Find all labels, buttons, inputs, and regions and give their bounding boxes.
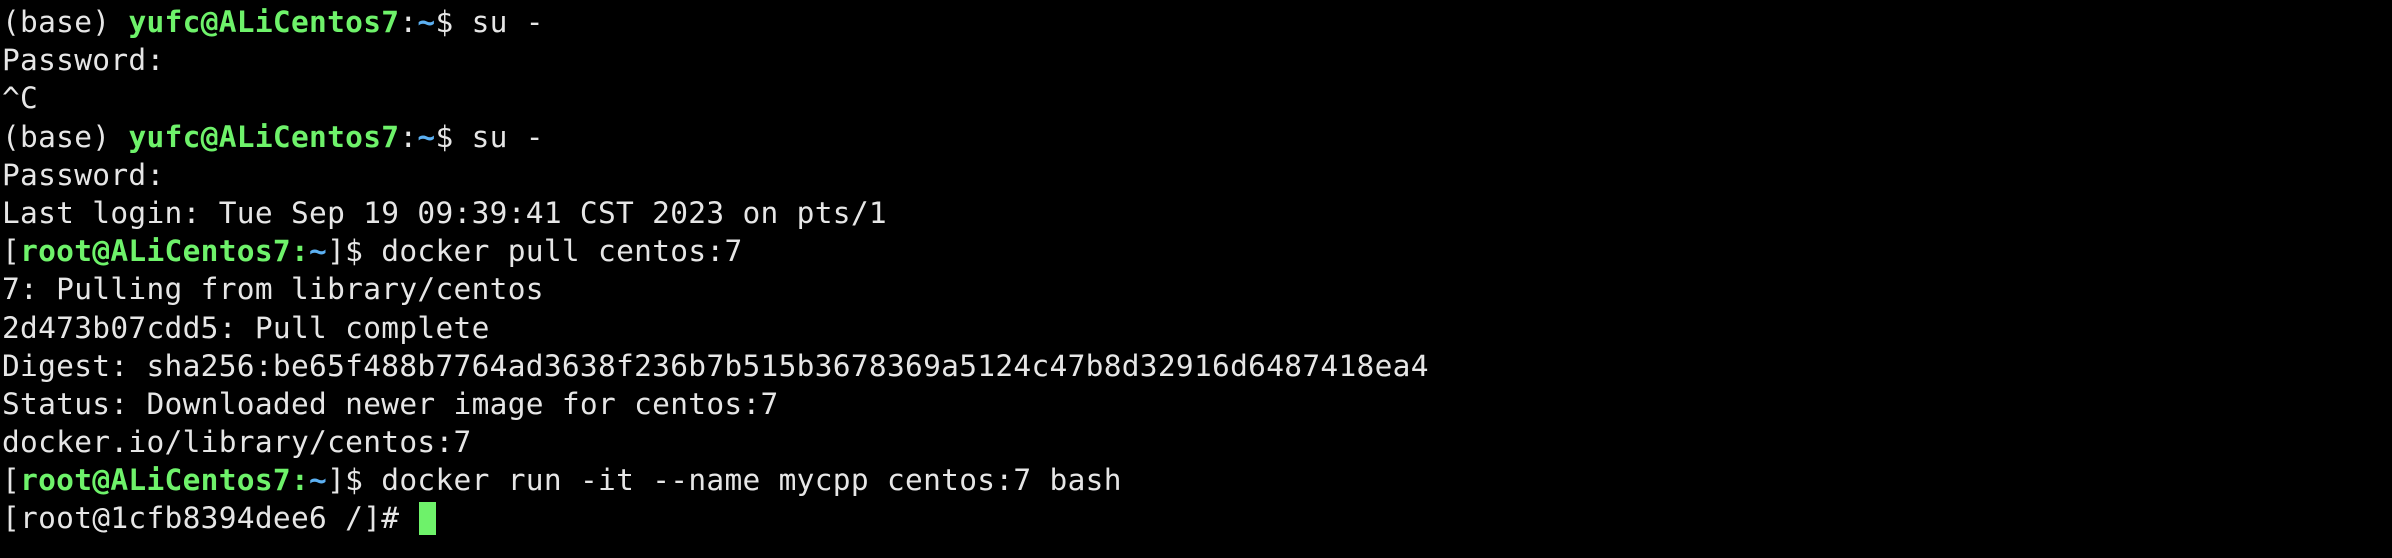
prompt-path: ~ [309,234,328,269]
prompt-colon: : [290,234,310,269]
prompt-colon: : [290,463,310,498]
terminal-line: [root@ALiCentos7:~]$ docker run -it --na… [2,461,1429,499]
terminal-line: [root@ALiCentos7:~]$ docker pull centos:… [2,232,1429,270]
prompt-bracket: [ [2,234,21,269]
terminal-line: Password: [2,43,165,78]
terminal-input-line[interactable]: [root@1cfb8394dee6 /]# [2,499,1429,537]
prompt-user-host: root@ALiCentos7 [20,234,291,269]
terminal-line: 2d473b07cdd5: Pull complete [2,310,490,345]
terminal-line: Last login: Tue Sep 19 09:39:41 CST 2023… [2,195,887,230]
terminal-cursor [419,502,437,536]
terminal-line: docker.io/library/centos:7 [2,425,472,460]
terminal-line: (base) yufc@ALiCentos7:~$ su - [2,3,1429,41]
terminal-output[interactable]: (base) yufc@ALiCentos7:~$ su - Password:… [2,3,1429,538]
prompt-user-host: yufc@ALiCentos7 [128,5,400,39]
command: $ su - [435,119,544,154]
prompt-colon: : [399,5,418,39]
command: ]$ docker pull centos:7 [327,234,743,269]
terminal-line: ^C [2,81,39,116]
prompt-bracket: [ [2,463,21,498]
prompt-colon: : [399,119,418,154]
terminal-line: Digest: sha256:be65f488b7764ad3638f236b7… [2,348,1429,383]
conda-env: (base) [2,5,129,39]
terminal-line: Password: [2,157,165,192]
terminal-line: Status: Downloaded newer image for cento… [2,386,779,421]
command: $ su - [435,5,544,39]
terminal-line: (base) yufc@ALiCentos7:~$ su - [2,118,1429,156]
prompt-path: ~ [309,463,328,498]
container-prompt: [root@1cfb8394dee6 /]# [2,501,418,536]
prompt-path: ~ [417,5,436,39]
prompt-user-host: root@ALiCentos7 [20,463,291,498]
prompt-user-host: yufc@ALiCentos7 [128,119,400,154]
conda-env: (base) [2,119,129,154]
prompt-path: ~ [417,119,436,154]
terminal-line: 7: Pulling from library/centos [2,272,544,307]
command: ]$ docker run -it --name mycpp centos:7 … [327,463,1122,498]
